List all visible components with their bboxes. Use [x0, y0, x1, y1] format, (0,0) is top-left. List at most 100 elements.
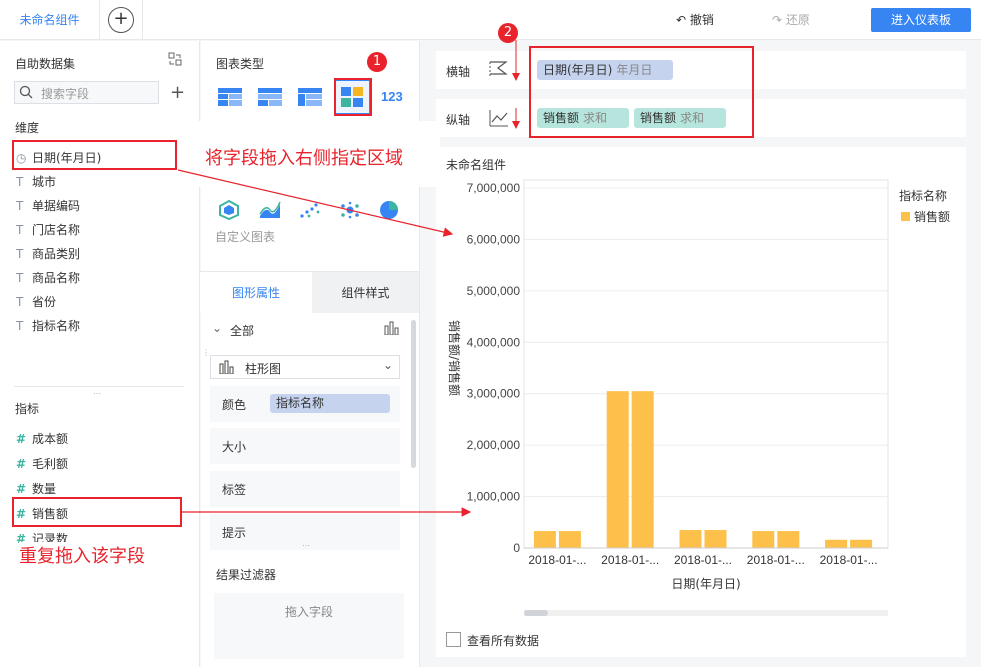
- highlight-box: [529, 46, 754, 138]
- top-bar: [0, 0, 981, 40]
- bar: [631, 391, 654, 548]
- resize-handle[interactable]: ⋯: [93, 389, 102, 398]
- custom-chart-label: 自定义图表: [215, 230, 276, 244]
- redo-label: 还原: [785, 13, 810, 27]
- dataset-title: 自助数据集: [15, 57, 76, 71]
- y-tick-label: 4,000,000: [467, 335, 521, 349]
- plot-area: [523, 179, 889, 549]
- tab-divider: [142, 0, 143, 40]
- legend-label: 销售额: [914, 210, 951, 224]
- undo-button[interactable]: ↶ 撤销: [676, 11, 714, 28]
- prop-label: 提示: [222, 526, 247, 540]
- dimension-item[interactable]: T 指标名称: [16, 317, 80, 334]
- size-prop-row[interactable]: 大小: [210, 428, 400, 464]
- dimension-label: 商品名称: [32, 271, 81, 285]
- repeat-tip: 重复拖入该字段: [19, 542, 145, 568]
- bar: [558, 531, 581, 548]
- table-type-icon[interactable]: [218, 88, 242, 109]
- enter-dashboard-button[interactable]: 进入仪表板: [871, 8, 971, 32]
- label-prop-row[interactable]: 标签: [210, 471, 400, 507]
- prop-label: 大小: [222, 440, 247, 454]
- chart-type-select[interactable]: 柱形图 ⌄: [210, 355, 400, 379]
- map-type-icon[interactable]: [218, 199, 240, 223]
- resize-handle[interactable]: ⋯: [302, 541, 310, 550]
- bar-chart: 7,000,000 6,000,000 5,000,000 4,000,000 3,00…: [447, 179, 889, 616]
- group-table-icon[interactable]: [258, 88, 282, 109]
- add-tab-button[interactable]: +: [108, 7, 134, 33]
- switch-dataset-icon[interactable]: [168, 52, 182, 66]
- redo-button[interactable]: ↷ 还原: [772, 11, 810, 28]
- dimension-item[interactable]: T 商品类别: [16, 245, 80, 262]
- hash-icon: #: [16, 482, 27, 496]
- dimension-label: 指标名称: [32, 319, 81, 333]
- measure-label: 数量: [32, 482, 57, 496]
- highlight-box: [334, 78, 372, 116]
- step-badge-1: 1: [367, 52, 387, 72]
- x-axis-label: 横轴: [446, 65, 471, 79]
- filter-title: 结果过滤器: [216, 568, 277, 582]
- x-tick-label: 2018-01-...: [820, 553, 878, 567]
- bar: [606, 391, 629, 548]
- dimension-item[interactable]: T 城市: [16, 173, 56, 190]
- dimension-item[interactable]: T 省份: [16, 293, 56, 310]
- text-icon: T: [16, 199, 24, 213]
- bar-settings-icon[interactable]: [384, 321, 400, 338]
- dimension-label: 省份: [32, 295, 57, 309]
- dimension-label: 单据编码: [32, 199, 81, 213]
- scrollbar-thumb: [524, 610, 548, 616]
- dimension-item[interactable]: T 商品名称: [16, 269, 80, 286]
- color-field-pill[interactable]: 指标名称: [270, 394, 390, 413]
- dimension-label: 门店名称: [32, 223, 81, 237]
- measure-item[interactable]: # 毛利额: [16, 455, 68, 472]
- drag-handle[interactable]: ⋮: [202, 348, 210, 357]
- undo-label: 撤销: [689, 13, 714, 27]
- y-axis-label: 纵轴: [446, 113, 471, 127]
- filter-drop-zone[interactable]: 拖入字段: [214, 593, 404, 659]
- x-axis-title: 日期(年月日): [671, 577, 740, 591]
- add-field-icon[interactable]: +: [170, 82, 185, 103]
- bar: [679, 530, 702, 548]
- bar: [533, 531, 556, 548]
- search-icon: [19, 85, 33, 102]
- dimension-item[interactable]: T 门店名称: [16, 221, 80, 238]
- bar: [752, 531, 775, 548]
- scrollbar[interactable]: [411, 320, 416, 468]
- y-tick-label: 1,000,000: [467, 490, 521, 504]
- dimension-label: 城市: [32, 175, 57, 189]
- measure-item[interactable]: # 数量: [16, 480, 56, 497]
- x-tick-label: 2018-01-...: [601, 553, 659, 567]
- legend-title: 指标名称: [899, 189, 948, 203]
- pie-type-icon[interactable]: [379, 200, 401, 223]
- x-tick-label: 2018-01-...: [747, 553, 805, 567]
- bar: [704, 530, 727, 548]
- hash-icon: #: [16, 432, 27, 446]
- redo-icon: ↷: [772, 13, 786, 27]
- drag-tip: 将字段拖入右侧指定区域: [205, 148, 403, 169]
- area-type-icon[interactable]: [258, 200, 282, 223]
- color-prop-row[interactable]: 颜色 指标名称: [210, 386, 400, 422]
- bubble-type-icon[interactable]: [338, 200, 362, 223]
- legend-item[interactable]: 销售额: [901, 208, 950, 225]
- component-tab[interactable]: 未命名组件: [0, 0, 100, 40]
- tab-graph-props[interactable]: 图形属性: [200, 271, 312, 313]
- collapse-icon[interactable]: ⌄: [212, 321, 222, 335]
- search-input[interactable]: 搜索字段: [14, 81, 159, 104]
- dimension-title: 维度: [15, 121, 40, 135]
- dimension-label: 商品类别: [32, 247, 81, 261]
- search-placeholder: 搜索字段: [41, 87, 90, 101]
- text-icon: T: [16, 247, 24, 261]
- kpi-type-icon[interactable]: 123: [381, 89, 403, 104]
- tab-component-style[interactable]: 组件样式: [312, 271, 419, 313]
- measure-label: 成本额: [32, 432, 69, 446]
- prop-label: 标签: [222, 483, 247, 497]
- show-all-checkbox[interactable]: [446, 632, 461, 647]
- text-icon: T: [16, 223, 24, 237]
- dimension-item[interactable]: T 单据编码: [16, 197, 80, 214]
- y-axis-icon: [488, 108, 510, 131]
- highlight-box: [12, 497, 182, 527]
- cross-table-icon[interactable]: [298, 88, 322, 109]
- scatter-type-icon[interactable]: [298, 200, 322, 223]
- y-tick-label: 7,000,000: [467, 181, 521, 195]
- x-axis-icon: [488, 60, 510, 83]
- measure-item[interactable]: # 成本额: [16, 430, 68, 447]
